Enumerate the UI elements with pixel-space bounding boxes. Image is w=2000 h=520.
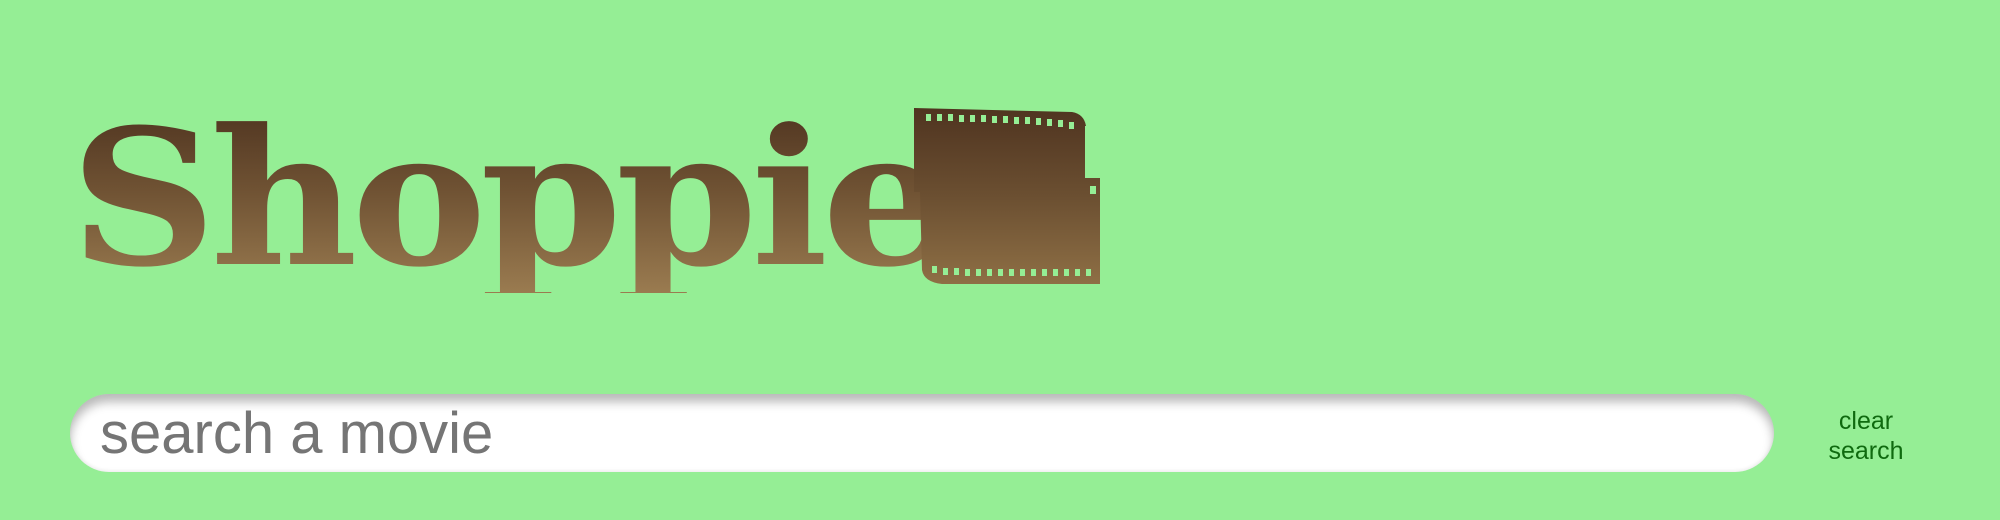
logo-title: Shoppies (70, 88, 1059, 309)
search-bar (70, 394, 1774, 472)
film-strip-icon (914, 108, 1100, 284)
search-input[interactable] (70, 394, 1774, 472)
clear-search-button[interactable]: clear search (1806, 404, 1926, 468)
site-logo: Shoppies (70, 95, 1059, 325)
